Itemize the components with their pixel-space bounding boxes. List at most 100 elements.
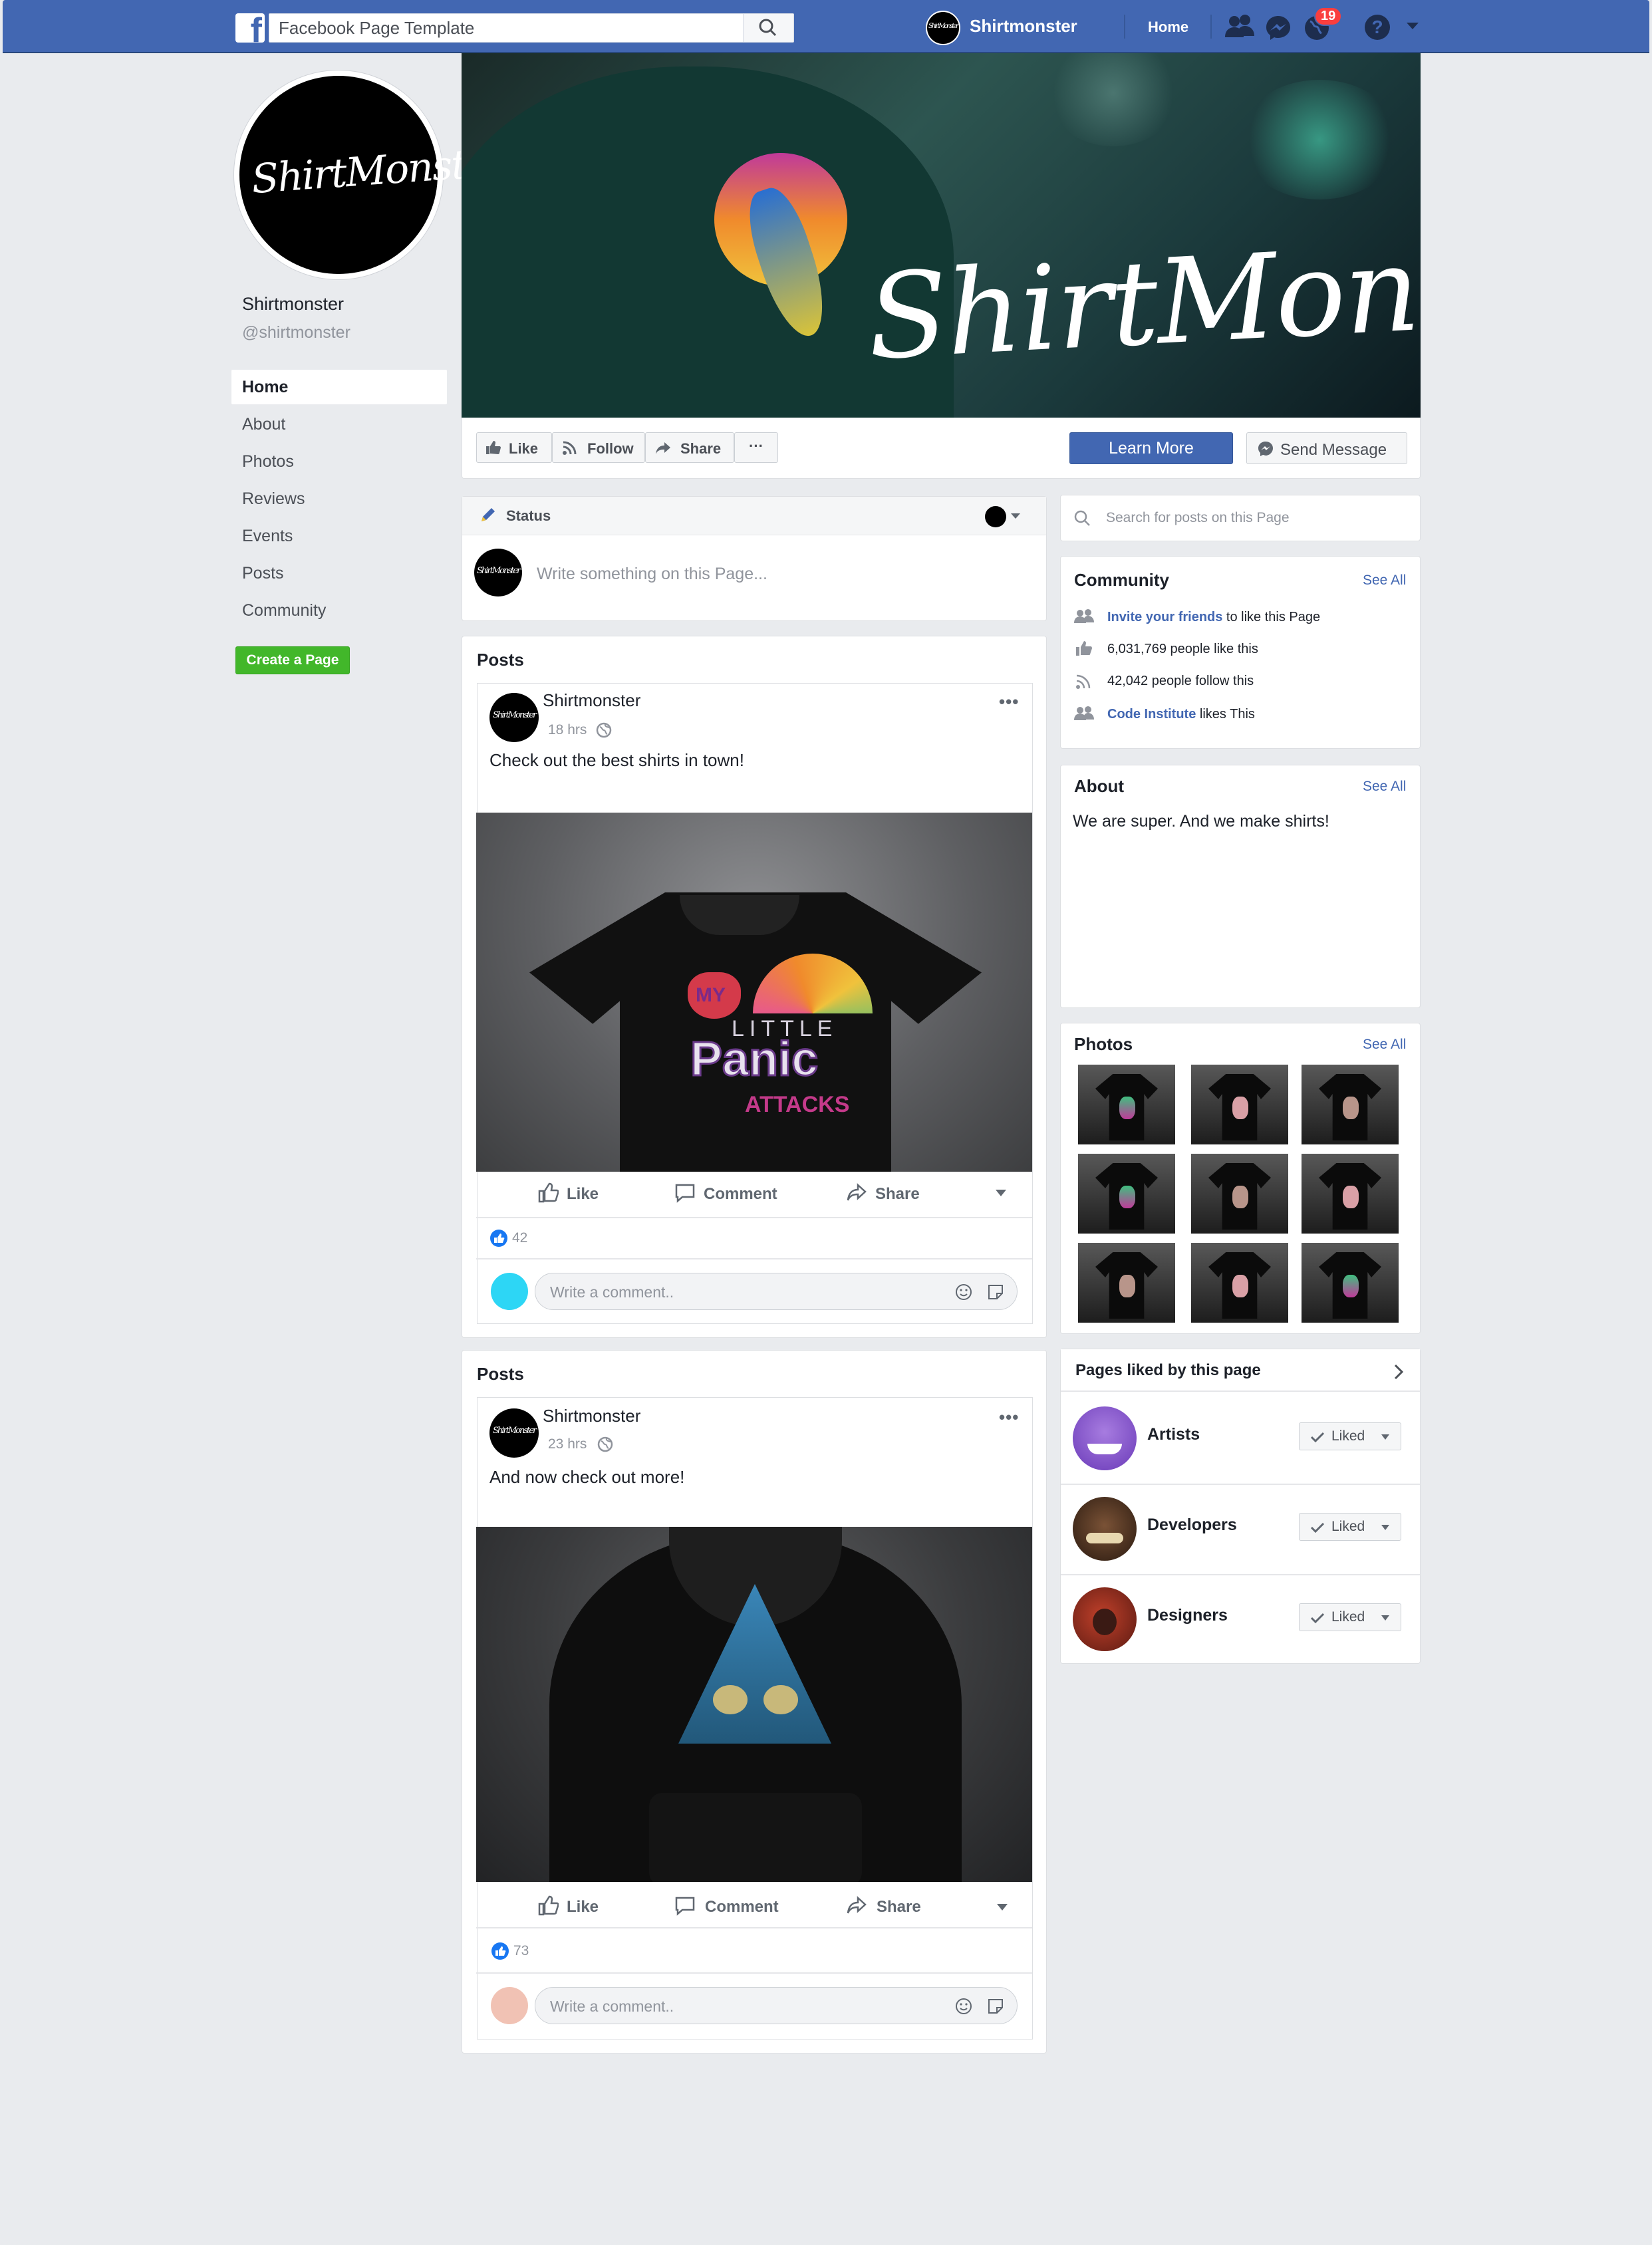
share-icon[interactable] bbox=[846, 1895, 867, 1916]
reaction-count[interactable]: 73 bbox=[513, 1943, 529, 1959]
global-search-input[interactable] bbox=[279, 17, 744, 39]
nav-item-posts[interactable]: Posts bbox=[231, 556, 447, 591]
photo-thumbnail[interactable] bbox=[1078, 1065, 1175, 1144]
post-as-avatar[interactable] bbox=[985, 506, 1006, 527]
post-share-button[interactable]: Share bbox=[877, 1898, 921, 1916]
post-options-icon[interactable]: ••• bbox=[999, 692, 1019, 712]
audience-caret-icon[interactable] bbox=[996, 1903, 1008, 1911]
friend-name-link[interactable]: Code Institute bbox=[1107, 707, 1196, 722]
chevron-down-icon[interactable] bbox=[1010, 513, 1021, 519]
learn-more-button[interactable]: Learn More bbox=[1069, 432, 1233, 464]
topbar-home-link[interactable]: Home bbox=[1148, 19, 1188, 36]
like-page-button[interactable]: Like bbox=[476, 432, 552, 463]
composer-input[interactable]: Write something on this Page... bbox=[537, 565, 1002, 584]
photo-thumbnail[interactable] bbox=[1191, 1065, 1288, 1144]
liked-page-name[interactable]: Developers bbox=[1147, 1516, 1237, 1535]
status-tab-label[interactable]: Status bbox=[506, 507, 551, 525]
like-outline-icon[interactable] bbox=[537, 1182, 559, 1204]
page-profile-picture[interactable]: ShirtMonster bbox=[234, 70, 507, 279]
account-menu-caret-icon[interactable] bbox=[1406, 21, 1419, 31]
page-handle[interactable]: @shirtmonster bbox=[242, 323, 350, 342]
topbar-profile-avatar[interactable]: ShirtMonster bbox=[926, 11, 960, 45]
photo-thumbnail[interactable] bbox=[1078, 1243, 1175, 1323]
page-likes-count[interactable]: 6,031,769 people like this bbox=[1107, 642, 1258, 657]
chevron-right-icon[interactable] bbox=[1393, 1364, 1404, 1380]
post-comment-button[interactable]: Comment bbox=[704, 1185, 777, 1204]
emoji-icon[interactable] bbox=[954, 1283, 973, 1301]
comment-input[interactable]: Write a comment.. bbox=[535, 1987, 1018, 2024]
sticker-icon[interactable] bbox=[986, 1283, 1005, 1301]
liked-page-name[interactable]: Artists bbox=[1147, 1425, 1200, 1444]
page-name[interactable]: Shirtmonster bbox=[242, 294, 344, 315]
follow-page-button[interactable]: Follow bbox=[552, 432, 645, 463]
nav-item-about[interactable]: About bbox=[231, 407, 447, 442]
audience-caret-icon[interactable] bbox=[995, 1189, 1007, 1197]
post-image-tshirt[interactable]: MY LITTLE Panic ATTACKS bbox=[476, 813, 1032, 1172]
photo-thumbnail[interactable] bbox=[1302, 1154, 1399, 1234]
friend-likes-text: likes This bbox=[1196, 707, 1255, 722]
liked-toggle-button[interactable]: Liked bbox=[1299, 1513, 1401, 1541]
facebook-logo-icon[interactable]: f bbox=[235, 13, 265, 43]
liked-toggle-button[interactable]: Liked bbox=[1299, 1422, 1401, 1450]
page-avatar-artists[interactable] bbox=[1073, 1406, 1137, 1470]
create-page-button[interactable]: Create a Page bbox=[235, 646, 350, 674]
post-like-button[interactable]: Like bbox=[567, 1898, 599, 1916]
post-timestamp[interactable]: 23 hrs bbox=[548, 1436, 587, 1452]
commenter-avatar bbox=[491, 1987, 528, 2024]
invite-friends-link[interactable]: Invite your friends bbox=[1107, 610, 1222, 624]
topbar-profile-name[interactable]: Shirtmonster bbox=[970, 16, 1077, 37]
liked-page-name[interactable]: Designers bbox=[1147, 1606, 1228, 1625]
post-timestamp[interactable]: 18 hrs bbox=[548, 722, 587, 738]
page-avatar-developers[interactable] bbox=[1073, 1497, 1137, 1561]
reaction-count[interactable]: 42 bbox=[512, 1230, 527, 1246]
post-share-button[interactable]: Share bbox=[875, 1185, 920, 1204]
photos-see-all-link[interactable]: See All bbox=[1363, 1037, 1406, 1053]
page-avatar-designers[interactable] bbox=[1073, 1587, 1137, 1651]
comment-input[interactable]: Write a comment.. bbox=[535, 1273, 1018, 1310]
post-options-icon[interactable]: ••• bbox=[999, 1407, 1019, 1428]
global-search-box[interactable] bbox=[269, 13, 794, 43]
post-image-hoodie[interactable] bbox=[476, 1527, 1032, 1882]
rss-follow-icon bbox=[563, 441, 577, 455]
share-icon[interactable] bbox=[846, 1182, 867, 1204]
photo-thumbnail[interactable] bbox=[1302, 1065, 1399, 1144]
more-options-button[interactable]: ··· bbox=[734, 432, 778, 463]
like-outline-icon[interactable] bbox=[537, 1895, 559, 1916]
post-author-avatar[interactable]: ShirtMonster bbox=[489, 693, 539, 742]
like-reaction-icon[interactable] bbox=[489, 1229, 508, 1248]
nav-item-photos[interactable]: Photos bbox=[231, 444, 447, 479]
sticker-icon[interactable] bbox=[986, 1997, 1005, 2016]
nav-item-home[interactable]: Home bbox=[231, 370, 447, 404]
help-icon[interactable]: ? bbox=[1365, 15, 1390, 40]
share-page-button[interactable]: Share bbox=[645, 432, 734, 463]
post-author-name[interactable]: Shirtmonster bbox=[543, 1406, 640, 1426]
pencil-icon bbox=[482, 508, 495, 521]
post-author-name[interactable]: Shirtmonster bbox=[543, 690, 640, 711]
post-author-avatar[interactable]: ShirtMonster bbox=[489, 1408, 539, 1458]
friend-requests-icon[interactable] bbox=[1225, 13, 1256, 40]
messenger-icon[interactable] bbox=[1265, 15, 1292, 41]
comment-icon[interactable] bbox=[674, 1895, 696, 1916]
nav-item-reviews[interactable]: Reviews bbox=[231, 481, 447, 516]
photo-thumbnail[interactable] bbox=[1191, 1154, 1288, 1234]
pages-liked-title[interactable]: Pages liked by this page bbox=[1075, 1361, 1261, 1380]
liked-toggle-button[interactable]: Liked bbox=[1299, 1603, 1401, 1631]
nav-item-community[interactable]: Community bbox=[231, 593, 447, 628]
like-reaction-icon[interactable] bbox=[491, 1942, 509, 1960]
cover-photo[interactable]: ShirtMonster bbox=[462, 53, 1421, 418]
search-button[interactable] bbox=[743, 14, 793, 42]
page-post-search[interactable]: Search for posts on this Page bbox=[1060, 495, 1421, 541]
nav-item-events[interactable]: Events bbox=[231, 519, 447, 553]
emoji-icon[interactable] bbox=[954, 1997, 973, 2016]
about-see-all-link[interactable]: See All bbox=[1363, 779, 1406, 795]
photo-thumbnail[interactable] bbox=[1191, 1243, 1288, 1323]
photo-thumbnail[interactable] bbox=[1078, 1154, 1175, 1234]
send-message-button[interactable]: Send Message bbox=[1246, 432, 1407, 464]
post-comment-button[interactable]: Comment bbox=[705, 1898, 779, 1916]
comment-icon[interactable] bbox=[674, 1182, 696, 1204]
page-follows-count[interactable]: 42,042 people follow this bbox=[1107, 674, 1254, 689]
about-description: We are super. And we make shirts! bbox=[1073, 812, 1329, 831]
post-like-button[interactable]: Like bbox=[567, 1185, 599, 1204]
community-see-all-link[interactable]: See All bbox=[1363, 573, 1406, 589]
photo-thumbnail[interactable] bbox=[1302, 1243, 1399, 1323]
